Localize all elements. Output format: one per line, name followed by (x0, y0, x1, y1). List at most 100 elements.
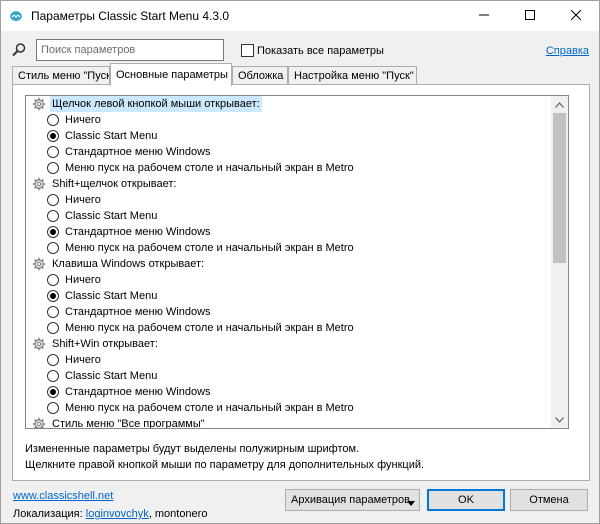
cancel-label: Отмена (529, 494, 569, 506)
setting-group[interactable]: Shift+щелчок открывает: (26, 176, 553, 192)
maximize-icon (525, 9, 535, 23)
setting-option[interactable]: Ничего (26, 272, 553, 288)
setting-option-label: Ничего (65, 274, 101, 286)
radio-button[interactable] (47, 402, 59, 414)
setting-option-label: Меню пуск на рабочем столе и начальный э… (65, 322, 354, 334)
hint-notes: Измененные параметры будут выделены полу… (25, 441, 424, 473)
radio-button[interactable] (47, 146, 59, 158)
gear-icon (32, 257, 46, 271)
settings-list: Щелчок левой кнопкой мыши открывает: Ниче… (26, 96, 553, 429)
setting-option-label: Classic Start Menu (65, 130, 158, 142)
setting-option[interactable]: Classic Start Menu (26, 128, 553, 144)
show-all-checkbox[interactable] (241, 44, 254, 57)
setting-option[interactable]: Стандартное меню Windows (26, 224, 553, 240)
dropdown-arrow-icon (407, 497, 415, 509)
title-bar[interactable]: Параметры Classic Start Menu 4.3.0 (1, 1, 599, 31)
maximize-button[interactable] (507, 1, 553, 31)
setting-group[interactable]: Shift+Win открывает: (26, 336, 553, 352)
gear-icon (32, 417, 46, 428)
scroll-up-button[interactable] (551, 96, 568, 113)
setting-option-label: Меню пуск на рабочем столе и начальный э… (65, 162, 354, 174)
shell-app-icon (8, 8, 24, 24)
tab-basic-settings[interactable]: Основные параметры (110, 63, 232, 86)
radio-button[interactable] (47, 274, 59, 286)
setting-option[interactable]: Ничего (26, 192, 553, 208)
setting-option[interactable]: Стандартное меню Windows (26, 144, 553, 160)
search-row: Показать все параметры Справка (1, 37, 600, 61)
radio-button[interactable] (47, 130, 59, 142)
setting-option-label: Ничего (65, 354, 101, 366)
ok-button[interactable]: OK (427, 489, 505, 511)
localization-others: , montonero (148, 508, 208, 520)
setting-option[interactable]: Меню пуск на рабочем столе и начальный э… (26, 400, 553, 416)
gear-icon (32, 177, 46, 191)
radio-button[interactable] (47, 194, 59, 206)
tab-label: Основные параметры (116, 69, 228, 81)
backup-settings-button[interactable]: Архивация параметров (285, 489, 420, 511)
radio-button[interactable] (47, 322, 59, 334)
setting-option[interactable]: Ничего (26, 352, 553, 368)
tab-customize-start-menu[interactable]: Настройка меню "Пуск" (288, 66, 417, 85)
close-icon (570, 9, 582, 23)
gear-icon (32, 337, 46, 351)
setting-option[interactable]: Стандартное меню Windows (26, 384, 553, 400)
chevron-up-icon (555, 99, 564, 111)
scroll-down-button[interactable] (551, 411, 568, 428)
tab-label: Настройка меню "Пуск" (294, 70, 414, 82)
vertical-scrollbar[interactable] (551, 96, 568, 428)
setting-option-label: Стандартное меню Windows (65, 146, 211, 158)
tab-label: Стиль меню "Пуск" (18, 70, 110, 82)
setting-group[interactable]: Стиль меню "Все программы" (26, 416, 553, 429)
cancel-button[interactable]: Отмена (510, 489, 588, 511)
setting-option-label: Classic Start Menu (65, 210, 158, 222)
radio-button[interactable] (47, 226, 59, 238)
close-button[interactable] (553, 1, 599, 31)
website-link[interactable]: www.classicshell.net (13, 490, 113, 502)
setting-option-label: Classic Start Menu (65, 370, 158, 382)
tab-start-menu-style[interactable]: Стиль меню "Пуск" (12, 66, 110, 85)
setting-option-label: Меню пуск на рабочем столе и начальный э… (65, 402, 354, 414)
radio-button[interactable] (47, 210, 59, 222)
setting-option-label: Ничего (65, 114, 101, 126)
show-all-toggle[interactable]: Показать все параметры (241, 44, 384, 57)
radio-button[interactable] (47, 386, 59, 398)
backup-settings-label: Архивация параметров (291, 494, 411, 506)
scroll-thumb[interactable] (553, 113, 566, 263)
radio-button[interactable] (47, 370, 59, 382)
setting-option[interactable]: Classic Start Menu (26, 288, 553, 304)
radio-button[interactable] (47, 354, 59, 366)
setting-option-label: Стандартное меню Windows (65, 306, 211, 318)
setting-option[interactable]: Classic Start Menu (26, 208, 553, 224)
setting-option[interactable]: Меню пуск на рабочем столе и начальный э… (26, 320, 553, 336)
radio-button[interactable] (47, 242, 59, 254)
setting-group-label: Стиль меню "Все программы" (52, 418, 205, 429)
setting-option[interactable]: Classic Start Menu (26, 368, 553, 384)
setting-option[interactable]: Меню пуск на рабочем столе и начальный э… (26, 240, 553, 256)
localization-author-link[interactable]: loginvovchyk (86, 508, 149, 520)
setting-option[interactable]: Меню пуск на рабочем столе и начальный э… (26, 160, 553, 176)
help-link[interactable]: Справка (546, 45, 589, 57)
radio-button[interactable] (47, 306, 59, 318)
setting-group-label: Shift+Win открывает: (52, 338, 158, 350)
minimize-button[interactable] (461, 1, 507, 31)
tab-skin[interactable]: Обложка (232, 66, 288, 85)
localization-credits: Локализация: loginvovchyk, montonero (13, 508, 207, 520)
setting-option[interactable]: Стандартное меню Windows (26, 304, 553, 320)
setting-group-label: Клавиша Windows открывает: (52, 258, 205, 270)
setting-group[interactable]: Щелчок левой кнопкой мыши открывает: (26, 96, 553, 112)
setting-option[interactable]: Ничего (26, 112, 553, 128)
settings-tree[interactable]: Щелчок левой кнопкой мыши открывает: Ниче… (25, 95, 569, 429)
setting-group-label: Щелчок левой кнопкой мыши открывает: (50, 96, 262, 112)
setting-option-label: Стандартное меню Windows (65, 226, 211, 238)
radio-button[interactable] (47, 162, 59, 174)
search-input[interactable] (36, 39, 224, 61)
chevron-down-icon (555, 414, 564, 426)
radio-button[interactable] (47, 290, 59, 302)
setting-group[interactable]: Клавиша Windows открывает: (26, 256, 553, 272)
tab-label: Обложка (238, 70, 284, 82)
settings-window: Параметры Classic Start Menu 4.3.0 Поиск… (0, 0, 600, 524)
tab-panel: Щелчок левой кнопкой мыши открывает: Ниче… (12, 84, 590, 481)
radio-button[interactable] (47, 114, 59, 126)
gear-icon (32, 97, 46, 111)
ok-label: OK (458, 494, 474, 506)
